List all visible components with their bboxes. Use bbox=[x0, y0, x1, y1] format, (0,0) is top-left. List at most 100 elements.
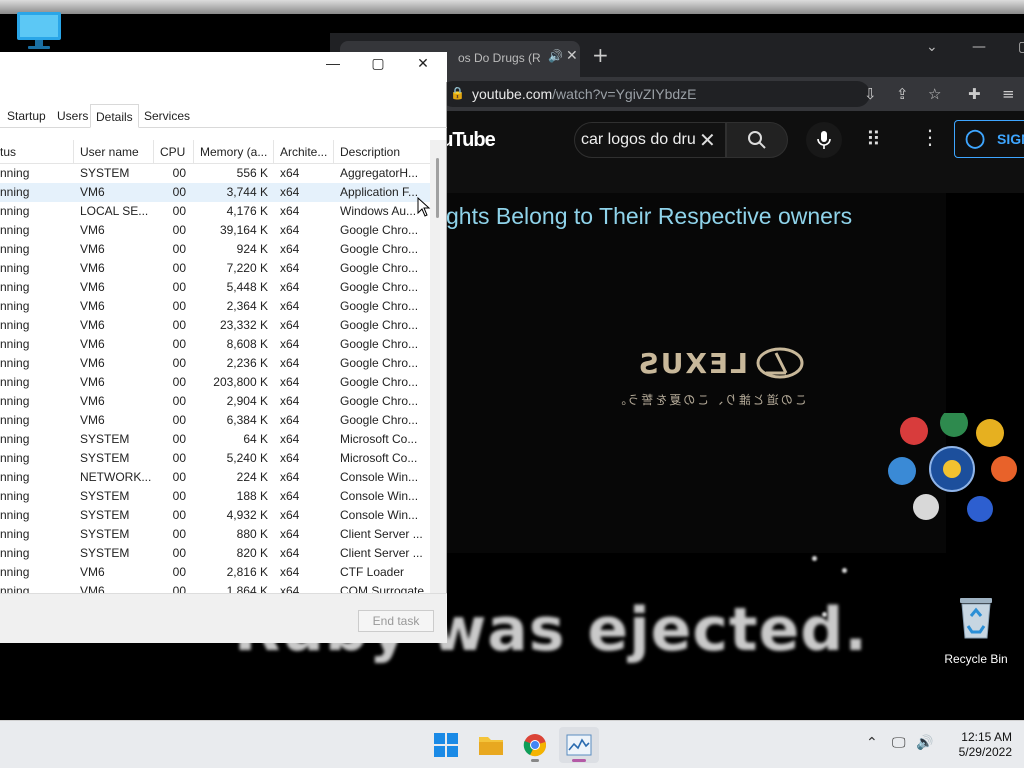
column-header-architecture[interactable]: Archite... bbox=[274, 140, 334, 164]
cell-cpu: 00 bbox=[172, 204, 186, 218]
table-row[interactable]: nning VM6 00 39,164 K x64 Google Chro... bbox=[0, 221, 430, 240]
column-header-cpu[interactable]: CPU bbox=[154, 140, 194, 164]
cell-architecture: x64 bbox=[280, 223, 300, 237]
cell-description: Console Win... bbox=[340, 489, 419, 503]
install-icon[interactable]: ⇩ bbox=[864, 85, 877, 103]
active-indicator bbox=[572, 759, 586, 762]
cell-user-name: VM6 bbox=[80, 299, 105, 313]
minimize-icon[interactable]: — bbox=[310, 55, 356, 71]
table-row[interactable]: nning VM6 00 2,364 K x64 Google Chro... bbox=[0, 297, 430, 316]
share-icon[interactable]: ⇪ bbox=[896, 85, 909, 103]
cell-description: Google Chro... bbox=[340, 356, 419, 370]
search-button[interactable] bbox=[726, 122, 788, 158]
table-row[interactable]: nning VM6 00 1,864 K x64 COM Surrogate bbox=[0, 582, 430, 593]
cell-status: nning bbox=[0, 223, 30, 237]
table-row[interactable]: nning SYSTEM 00 880 K x64 Client Server ... bbox=[0, 525, 430, 544]
voice-search-button[interactable] bbox=[806, 122, 842, 158]
tab-services[interactable]: Services bbox=[139, 104, 195, 128]
show-hidden-icons-chevron-icon[interactable]: ⌃ bbox=[866, 735, 878, 751]
extensions-icon[interactable]: ✚ bbox=[968, 85, 981, 103]
cell-user-name: VM6 bbox=[80, 394, 105, 408]
reading-list-icon[interactable]: ≡ bbox=[1002, 85, 1015, 103]
cell-status: nning bbox=[0, 261, 30, 275]
cell-memory: 4,932 K bbox=[226, 508, 268, 522]
column-header-description[interactable]: Description bbox=[334, 140, 430, 164]
table-row[interactable]: nning VM6 00 6,384 K x64 Google Chro... bbox=[0, 411, 430, 430]
tab-search-chevron-icon[interactable]: ⌄ bbox=[926, 39, 938, 55]
video-caption: ghts Belong to Their Respective owners bbox=[446, 203, 853, 229]
cell-description: Google Chro... bbox=[340, 413, 419, 427]
new-tab-button[interactable]: + bbox=[592, 45, 609, 65]
cell-memory: 23,332 K bbox=[219, 318, 268, 332]
maximize-icon[interactable]: ▢ bbox=[355, 55, 401, 72]
cell-architecture: x64 bbox=[280, 375, 300, 389]
apps-grid-icon[interactable]: ⠿ bbox=[866, 127, 881, 151]
search-input[interactable]: car logos do dru ✕ bbox=[574, 122, 726, 158]
clock[interactable]: 12:15 AM 5/29/2022 bbox=[932, 730, 1012, 760]
task-manager-button[interactable] bbox=[559, 727, 599, 763]
cell-description: Console Win... bbox=[340, 470, 419, 484]
tab-details[interactable]: Details bbox=[90, 104, 139, 128]
column-header-user-name[interactable]: User name bbox=[74, 140, 154, 164]
speaker-icon[interactable]: 🔊 bbox=[548, 49, 563, 63]
table-row[interactable]: nning SYSTEM 00 556 K x64 AggregatorH... bbox=[0, 164, 430, 183]
close-icon[interactable]: ✕ bbox=[400, 55, 446, 72]
cell-cpu: 00 bbox=[172, 584, 186, 593]
address-bar[interactable]: 🔒 youtube.com/watch?v=YgivZIYbdzE bbox=[440, 81, 870, 107]
tab-users[interactable]: Users bbox=[52, 104, 93, 128]
cell-memory: 556 K bbox=[236, 166, 268, 180]
table-row[interactable]: nning VM6 00 7,220 K x64 Google Chro... bbox=[0, 259, 430, 278]
vertical-scrollbar[interactable] bbox=[430, 140, 446, 593]
table-row[interactable]: nning SYSTEM 00 4,932 K x64 Console Win... bbox=[0, 506, 430, 525]
table-row[interactable]: nning VM6 00 2,904 K x64 Google Chro... bbox=[0, 392, 430, 411]
table-row[interactable]: nning VM6 00 924 K x64 Google Chro... bbox=[0, 240, 430, 259]
table-row[interactable]: nning SYSTEM 00 820 K x64 Client Server ... bbox=[0, 544, 430, 563]
clear-search-icon[interactable]: ✕ bbox=[699, 128, 716, 152]
task-manager-icon bbox=[566, 734, 592, 756]
table-row[interactable]: nning NETWORK... 00 224 K x64 Console Win... bbox=[0, 468, 430, 487]
task-manager-titlebar[interactable]: — ▢ ✕ bbox=[0, 52, 447, 82]
scrollbar-thumb[interactable] bbox=[436, 158, 439, 218]
cell-cpu: 00 bbox=[172, 337, 186, 351]
cell-cpu: 00 bbox=[172, 489, 186, 503]
table-row[interactable]: nning VM6 00 23,332 K x64 Google Chro... bbox=[0, 316, 430, 335]
close-tab-icon[interactable]: ✕ bbox=[566, 48, 578, 64]
table-row[interactable]: nning LOCAL SE... 00 4,176 K x64 Windows Au..… bbox=[0, 202, 430, 221]
table-row[interactable]: nning VM6 00 2,236 K x64 Google Chro... bbox=[0, 354, 430, 373]
minimize-icon[interactable]: — bbox=[972, 39, 986, 55]
chrome-button[interactable] bbox=[515, 727, 555, 763]
tab-startup[interactable]: Startup bbox=[2, 104, 51, 128]
file-explorer-button[interactable] bbox=[471, 727, 511, 763]
running-indicator bbox=[531, 759, 539, 762]
start-button[interactable] bbox=[426, 727, 466, 763]
bookmark-star-icon[interactable]: ☆ bbox=[928, 85, 941, 103]
column-header-status[interactable]: tus bbox=[0, 140, 74, 164]
cell-cpu: 00 bbox=[172, 242, 186, 256]
cell-memory: 6,384 K bbox=[226, 413, 268, 427]
star-particle bbox=[842, 568, 847, 573]
table-row[interactable]: nning VM6 00 2,816 K x64 CTF Loader bbox=[0, 563, 430, 582]
cell-memory: 1,864 K bbox=[226, 584, 268, 593]
column-header-memory[interactable]: Memory (a... bbox=[194, 140, 274, 164]
video-player[interactable]: ghts Belong to Their Respective owners L… bbox=[446, 193, 1024, 553]
table-row[interactable]: nning VM6 00 3,744 K x64 Application F... bbox=[0, 183, 430, 202]
table-row[interactable]: nning SYSTEM 00 64 K x64 Microsoft Co... bbox=[0, 430, 430, 449]
maximize-icon[interactable]: ▢ bbox=[1018, 39, 1024, 55]
table-row[interactable]: nning SYSTEM 00 188 K x64 Console Win... bbox=[0, 487, 430, 506]
volume-icon[interactable]: 🔊 bbox=[916, 735, 933, 751]
this-pc-icon[interactable] bbox=[14, 12, 64, 50]
network-icon[interactable]: 🖵 bbox=[892, 735, 906, 751]
lock-icon[interactable]: 🔒 bbox=[450, 86, 465, 100]
sign-in-button[interactable]: ◯ SIGN bbox=[954, 120, 1024, 158]
table-row[interactable]: nning VM6 00 5,448 K x64 Google Chro... bbox=[0, 278, 430, 297]
url-text[interactable]: youtube.com/watch?v=YgivZIYbdzE bbox=[472, 86, 697, 102]
more-options-icon[interactable]: ⋮ bbox=[920, 125, 940, 149]
table-row[interactable]: nning VM6 00 8,608 K x64 Google Chro... bbox=[0, 335, 430, 354]
cell-cpu: 00 bbox=[172, 185, 186, 199]
table-row[interactable]: nning VM6 00 203,800 K x64 Google Chro... bbox=[0, 373, 430, 392]
cell-memory: 924 K bbox=[236, 242, 268, 256]
cell-architecture: x64 bbox=[280, 584, 300, 593]
recycle-bin[interactable]: Recycle Bin bbox=[938, 596, 1014, 666]
end-task-button[interactable]: End task bbox=[358, 610, 434, 632]
table-row[interactable]: nning SYSTEM 00 5,240 K x64 Microsoft Co... bbox=[0, 449, 430, 468]
